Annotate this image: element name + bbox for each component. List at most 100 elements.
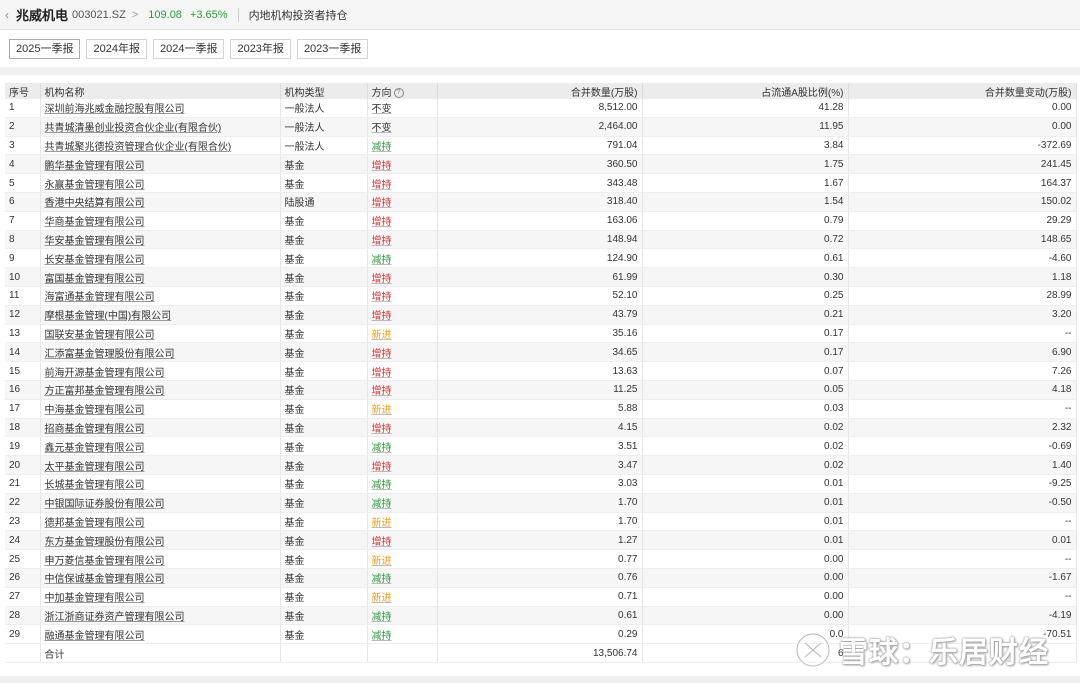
org-name-link[interactable]: 富国基金管理有限公司 (45, 274, 145, 285)
direction-label[interactable]: 减持 (372, 480, 392, 491)
direction-cell: 新进 (367, 512, 438, 532)
header-type: 机构类型 (280, 83, 368, 99)
direction-label[interactable]: 新进 (372, 405, 392, 416)
direction-label[interactable]: 增持 (372, 462, 392, 473)
org-name-link[interactable]: 永赢基金管理有限公司 (45, 180, 145, 191)
direction-label[interactable]: 不变 (372, 123, 392, 134)
ratio-value: 0.0 (642, 624, 849, 645)
ratio-value: 0.00 (642, 568, 849, 588)
org-name-link[interactable]: 太平基金管理有限公司 (45, 462, 145, 473)
org-type: 陆股通 (280, 192, 368, 212)
direction-label[interactable]: 减持 (372, 499, 392, 510)
direction-label[interactable]: 减持 (372, 631, 392, 642)
direction-label[interactable]: 新进 (372, 518, 392, 529)
chevron-right-icon[interactable]: > (132, 9, 138, 21)
header-shares[interactable]: 合并数量(万股) (437, 83, 643, 99)
org-name-link[interactable]: 共青城聚兆德投资管理合伙企业(有限合伙) (45, 142, 232, 153)
direction-label[interactable]: 增持 (372, 311, 392, 322)
header-change[interactable]: 合并数量变动(万股) (848, 83, 1077, 99)
org-name-link[interactable]: 中海基金管理有限公司 (45, 405, 145, 416)
header-ratio[interactable]: 占流通A股比例(%) (642, 83, 849, 99)
org-name-link[interactable]: 东方基金管理股份有限公司 (45, 537, 165, 548)
table-row: 27 中加基金管理有限公司 基金 新进 0.71 0.00 -- (5, 587, 1077, 607)
direction-label[interactable]: 减持 (372, 612, 392, 623)
direction-label[interactable]: 减持 (372, 574, 392, 585)
direction-label[interactable]: 增持 (372, 386, 392, 397)
direction-label[interactable]: 增持 (372, 180, 392, 191)
org-name-link[interactable]: 中银国际证券股份有限公司 (45, 499, 165, 510)
change-value: -9.25 (848, 474, 1077, 494)
direction-label[interactable]: 增持 (372, 274, 392, 285)
org-name-link[interactable]: 国联安基金管理有限公司 (45, 330, 155, 341)
direction-cell: 减持 (367, 493, 438, 513)
direction-label[interactable]: 增持 (372, 349, 392, 360)
info-icon[interactable]: ? (393, 87, 404, 98)
org-name-link[interactable]: 招商基金管理有限公司 (45, 424, 145, 435)
shares-value: 124.90 (437, 248, 643, 269)
direction-label[interactable]: 减持 (372, 443, 392, 454)
shares-value: 0.76 (437, 568, 643, 588)
shares-value: 148.94 (437, 230, 643, 250)
ratio-value: 1.67 (642, 173, 849, 193)
org-type: 基金 (280, 399, 368, 419)
org-name-cell: 共青城清墨创业投资合伙企业(有限合伙) (40, 117, 281, 137)
direction-label[interactable]: 增持 (372, 217, 392, 228)
row-index: 23 (5, 512, 41, 532)
direction-label[interactable]: 减持 (372, 255, 392, 266)
org-name-link[interactable]: 深圳前海兆威金融控股有限公司 (45, 104, 185, 115)
org-name-link[interactable]: 共青城清墨创业投资合伙企业(有限合伙) (45, 123, 222, 134)
org-name-link[interactable]: 鑫元基金管理有限公司 (45, 443, 145, 454)
direction-label[interactable]: 增持 (372, 292, 392, 303)
direction-label[interactable]: 增持 (372, 368, 392, 379)
org-name-link[interactable]: 融通基金管理有限公司 (45, 631, 145, 642)
table-row: 22 中银国际证券股份有限公司 基金 减持 1.70 0.01 -0.50 (5, 493, 1077, 513)
shares-value: 791.04 (437, 136, 643, 156)
org-name-link[interactable]: 长城基金管理有限公司 (45, 480, 145, 491)
direction-label[interactable]: 增持 (372, 161, 392, 172)
ratio-value: 0.03 (642, 399, 849, 419)
direction-label[interactable]: 增持 (372, 198, 392, 209)
tab-2024-q1[interactable]: 2024一季报 (152, 39, 225, 59)
org-name-link[interactable]: 鹏华基金管理有限公司 (45, 161, 145, 172)
org-name-link[interactable]: 华商基金管理有限公司 (45, 217, 145, 228)
org-name-link[interactable]: 中加基金管理有限公司 (45, 593, 145, 604)
org-type: 基金 (280, 324, 368, 344)
org-name-link[interactable]: 海富通基金管理有限公司 (45, 292, 155, 303)
direction-label[interactable]: 减持 (372, 142, 392, 153)
tab-2023-annual[interactable]: 2023年报 (230, 39, 291, 59)
row-index: 20 (5, 455, 41, 475)
shares-value: 8,512.00 (437, 99, 643, 118)
org-name-link[interactable]: 前海开源基金管理有限公司 (45, 368, 165, 379)
org-name-link[interactable]: 浙江浙商证券资产管理有限公司 (45, 612, 185, 623)
ratio-value: 0.25 (642, 286, 849, 306)
ratio-value: 0.72 (642, 230, 849, 250)
org-name-link[interactable]: 长安基金管理有限公司 (45, 255, 145, 266)
shares-value: 35.16 (437, 324, 643, 344)
table-row: 1 深圳前海兆威金融控股有限公司 一般法人 不变 8,512.00 41.28 0.00 (5, 99, 1077, 118)
direction-label[interactable]: 增持 (372, 537, 392, 548)
tab-2023-q1[interactable]: 2023一季报 (296, 39, 369, 59)
org-name-link[interactable]: 香港中央结算有限公司 (45, 198, 145, 209)
org-name-link[interactable]: 方正富邦基金管理有限公司 (45, 386, 165, 397)
chevron-left-icon[interactable]: ‹ (0, 8, 14, 22)
direction-label[interactable]: 新进 (372, 593, 392, 604)
org-name-link[interactable]: 申万菱信基金管理有限公司 (45, 556, 165, 567)
direction-label[interactable]: 新进 (372, 330, 392, 341)
org-name-link[interactable]: 汇添富基金管理股份有限公司 (45, 349, 175, 360)
tab-2025-q1[interactable]: 2025一季报 (9, 39, 81, 59)
direction-label[interactable]: 增持 (372, 424, 392, 435)
row-index: 5 (5, 173, 41, 193)
org-name-link[interactable]: 华安基金管理有限公司 (45, 236, 145, 247)
org-name-cell: 富国基金管理有限公司 (40, 267, 281, 287)
tab-2024-annual[interactable]: 2024年报 (86, 39, 147, 59)
org-name-link[interactable]: 摩根基金管理(中国)有限公司 (45, 311, 172, 322)
stock-name[interactable]: 兆威机电 (16, 5, 68, 24)
direction-cell: 减持 (367, 568, 438, 588)
direction-label[interactable]: 新进 (372, 556, 392, 567)
direction-label[interactable]: 不变 (372, 104, 392, 115)
direction-label[interactable]: 增持 (372, 236, 392, 247)
direction-cell: 增持 (367, 380, 438, 400)
org-name-link[interactable]: 德邦基金管理有限公司 (45, 518, 145, 529)
change-value: -372.69 (848, 136, 1077, 156)
org-name-link[interactable]: 中信保诚基金管理有限公司 (45, 574, 165, 585)
